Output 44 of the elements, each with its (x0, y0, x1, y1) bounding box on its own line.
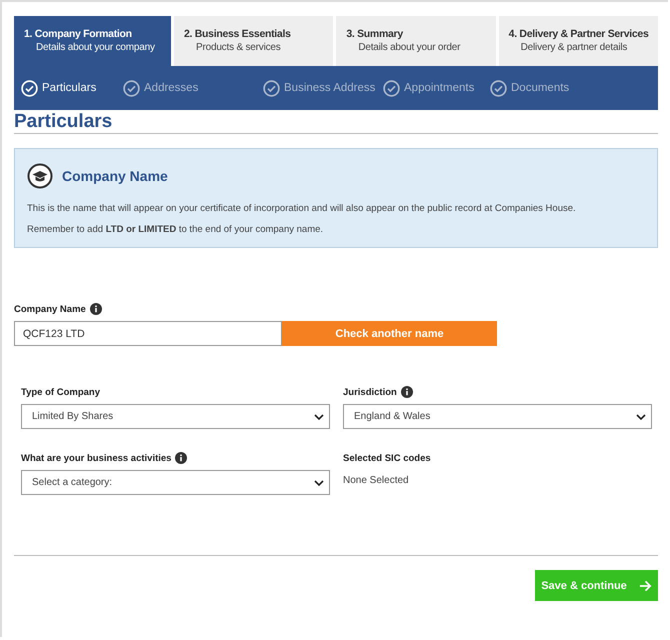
graduation-cap-icon (27, 163, 53, 189)
info-icon[interactable] (400, 386, 413, 398)
select-field[interactable]: Limited By Shares (21, 404, 330, 429)
field-label: What are your business activities (21, 452, 172, 464)
chevron-down-icon (314, 414, 324, 420)
step-title: 1. Company Formation (24, 28, 133, 40)
step-subtitle: Details about your company (35, 42, 156, 53)
info-text: This is the name that will appear on your certificate of incorporation and will also appear on the public record at Companies House. (27, 203, 577, 214)
check-circle-icon (123, 80, 140, 96)
select-field[interactable]: Select a category: (21, 470, 330, 495)
info-title: Company Name (62, 168, 168, 184)
check-circle-icon (263, 80, 280, 96)
step-title: 3. Summary (346, 28, 404, 40)
substep-tab[interactable]: Appointments (383, 80, 490, 96)
chevron-down-icon (314, 480, 324, 486)
info-icon[interactable] (175, 452, 188, 464)
field-label: Jurisdiction (343, 386, 397, 398)
field-label: Company Name (14, 304, 86, 314)
step-subtitle: Products & services (195, 42, 282, 53)
substep-tab[interactable]: Business Address (263, 80, 383, 96)
step-tab[interactable]: 1. Company Formation Details about your company (14, 16, 171, 66)
step-tab[interactable]: 2. Business Essentials Products & services (174, 16, 334, 66)
step-subtitle: Delivery & partner details (520, 42, 628, 53)
arrow-right-icon (638, 580, 652, 592)
select-field[interactable]: England & Wales (343, 404, 652, 429)
field-label: Selected SIC codes (343, 452, 431, 464)
step-tab[interactable]: 4. Delivery & Partner Services Delivery & partner details (498, 16, 658, 66)
substep-tab[interactable]: Particulars (21, 80, 123, 96)
substep-tab[interactable]: Addresses (123, 80, 263, 96)
field-label: Type of Company (21, 386, 100, 398)
check-circle-icon (21, 80, 38, 96)
step-subtitle: Details about your order (357, 42, 462, 53)
chevron-down-icon (636, 414, 646, 420)
substep-tab[interactable]: Documents (490, 80, 570, 96)
page-title: Particulars (14, 110, 658, 134)
step-title: 2. Business Essentials (184, 28, 292, 40)
check-circle-icon (383, 80, 400, 96)
info-text: Remember to add LTD or LIMITED to the end of your company name. (27, 224, 324, 235)
step-tab[interactable]: 3. Summary Details about your order (336, 16, 496, 66)
field-value: None Selected (343, 475, 409, 486)
company-name-field[interactable]: QCF123 LTD (14, 321, 282, 346)
info-icon[interactable] (90, 303, 102, 315)
step-title: 4. Delivery & Partner Services (508, 28, 650, 40)
check-circle-icon (490, 80, 507, 96)
